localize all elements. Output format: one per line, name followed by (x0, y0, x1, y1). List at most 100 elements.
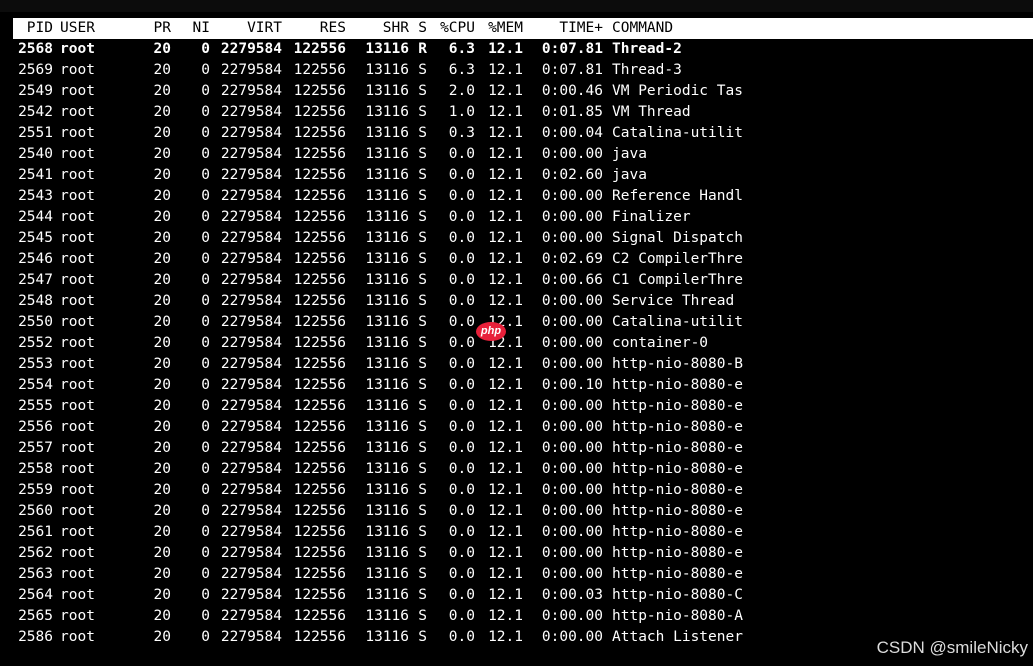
cell-user: root (60, 482, 95, 498)
cell-command: Reference Handl (612, 188, 743, 204)
cell-cpu: 0.0 (448, 335, 475, 351)
header-user[interactable]: USER (53, 18, 120, 39)
process-row[interactable]: 2547 root 20 0 2279584 122556 13116 S 0.0 12.1 0:0… (13, 270, 1033, 291)
header-virt[interactable]: VIRT (210, 18, 282, 39)
cell-command: container-0 (612, 335, 709, 351)
cell-pid: 2548 (18, 293, 53, 309)
cell-mem: 12.1 (488, 419, 523, 435)
process-row[interactable]: 2562 root 20 0 2279584 122556 13116 S 0.0 12.1 0:0… (13, 543, 1033, 564)
cell-pid: 2543 (18, 188, 53, 204)
process-row[interactable]: 2543 root 20 0 2279584 122556 13116 S 0.0 12.1 0:0… (13, 186, 1033, 207)
process-row[interactable]: 2545 root 20 0 2279584 122556 13116 S 0.0 12.1 0:0… (13, 228, 1033, 249)
cell-command: http-nio-8080-e (612, 398, 743, 414)
cell-pid: 2560 (18, 503, 53, 519)
process-row[interactable]: 2555 root 20 0 2279584 122556 13116 S 0.0 12.1 0:0… (13, 396, 1033, 417)
cell-pr: 20 (153, 167, 171, 183)
process-row[interactable]: 2565 root 20 0 2279584 122556 13116 S 0.0 12.1 0:0… (13, 606, 1033, 627)
process-row[interactable]: 2569 root 20 0 2279584 122556 13116 S 6.3 12.1 0:0… (13, 60, 1033, 81)
header-pr[interactable]: PR (120, 18, 171, 39)
cell-shr: 13116 (365, 314, 409, 330)
process-row[interactable]: 2551 root 20 0 2279584 122556 13116 S 0.3 12.1 0:0… (13, 123, 1033, 144)
cell-shr: 13116 (365, 209, 409, 225)
process-row[interactable]: 2558 root 20 0 2279584 122556 13116 S 0.0 12.1 0:0… (13, 459, 1033, 480)
cell-state: S (418, 440, 427, 456)
cell-state: S (418, 335, 427, 351)
cell-shr: 13116 (365, 524, 409, 540)
process-row[interactable]: 2553 root 20 0 2279584 122556 13116 S 0.0 12.1 0:0… (13, 354, 1033, 375)
header-pid[interactable]: PID (13, 18, 53, 39)
cell-shr: 13116 (365, 188, 409, 204)
cell-time: 0:01.85 (541, 104, 603, 120)
process-row[interactable]: 2568 root 20 0 2279584 122556 13116 R 6.3 12.1 0:0… (13, 39, 1033, 60)
cell-time: 0:00.00 (541, 419, 603, 435)
cell-shr: 13116 (365, 251, 409, 267)
process-row[interactable]: 2560 root 20 0 2279584 122556 13116 S 0.0 12.1 0:0… (13, 501, 1033, 522)
process-row[interactable]: 2541 root 20 0 2279584 122556 13116 S 0.0 12.1 0:0… (13, 165, 1033, 186)
cell-shr: 13116 (365, 419, 409, 435)
cell-pid: 2558 (18, 461, 53, 477)
cell-cpu: 0.0 (448, 230, 475, 246)
cell-command: Thread-2 (612, 41, 682, 57)
process-row[interactable]: 2550 root 20 0 2279584 122556 13116 S 0.0 12.1 0:0… (13, 312, 1033, 333)
cell-res: 122556 (293, 419, 346, 435)
header-mem[interactable]: %MEM (475, 18, 523, 39)
process-row[interactable]: 2549 root 20 0 2279584 122556 13116 S 2.0 12.1 0:0… (13, 81, 1033, 102)
cell-virt: 2279584 (220, 230, 282, 246)
cell-state: S (418, 356, 427, 372)
cell-time: 0:00.66 (541, 272, 603, 288)
cell-res: 122556 (293, 587, 346, 603)
cell-user: root (60, 146, 95, 162)
header-command[interactable]: COMMAND (603, 18, 912, 39)
cell-res: 122556 (293, 356, 346, 372)
process-row[interactable]: 2542 root 20 0 2279584 122556 13116 S 1.0 12.1 0:0… (13, 102, 1033, 123)
cell-ni: 0 (201, 419, 210, 435)
cell-cpu: 0.0 (448, 608, 475, 624)
cell-ni: 0 (201, 398, 210, 414)
cell-time: 0:00.00 (541, 314, 603, 330)
cell-user: root (60, 566, 95, 582)
cell-ni: 0 (201, 188, 210, 204)
cell-shr: 13116 (365, 440, 409, 456)
header-time[interactable]: TIME+ (523, 18, 603, 39)
cell-res: 122556 (293, 41, 346, 57)
cell-pid: 2546 (18, 251, 53, 267)
process-row[interactable]: 2554 root 20 0 2279584 122556 13116 S 0.0 12.1 0:0… (13, 375, 1033, 396)
cell-command: Thread-3 (612, 62, 682, 78)
cell-pr: 20 (153, 314, 171, 330)
header-res[interactable]: RES (282, 18, 346, 39)
process-row[interactable]: 2561 root 20 0 2279584 122556 13116 S 0.0 12.1 0:0… (13, 522, 1033, 543)
cell-time: 0:00.00 (541, 503, 603, 519)
cell-command: http-nio-8080-e (612, 482, 743, 498)
process-row[interactable]: 2563 root 20 0 2279584 122556 13116 S 0.0 12.1 0:0… (13, 564, 1033, 585)
cell-shr: 13116 (365, 587, 409, 603)
process-row[interactable]: 2540 root 20 0 2279584 122556 13116 S 0.0 12.1 0:0… (13, 144, 1033, 165)
cell-time: 0:00.00 (541, 230, 603, 246)
cell-pr: 20 (153, 335, 171, 351)
cell-command: VM Periodic Tas (612, 83, 743, 99)
process-row[interactable]: 2556 root 20 0 2279584 122556 13116 S 0.0 12.1 0:0… (13, 417, 1033, 438)
cell-virt: 2279584 (220, 461, 282, 477)
cell-res: 122556 (293, 293, 346, 309)
process-row[interactable]: 2544 root 20 0 2279584 122556 13116 S 0.0 12.1 0:0… (13, 207, 1033, 228)
process-row[interactable]: 2546 root 20 0 2279584 122556 13116 S 0.0 12.1 0:0… (13, 249, 1033, 270)
cell-res: 122556 (293, 83, 346, 99)
header-shr[interactable]: SHR (346, 18, 409, 39)
cell-state: S (418, 461, 427, 477)
header-state[interactable]: S (409, 18, 427, 39)
cell-state: S (418, 545, 427, 561)
cell-time: 0:00.00 (541, 482, 603, 498)
cell-virt: 2279584 (220, 314, 282, 330)
header-ni[interactable]: NI (171, 18, 210, 39)
cell-pr: 20 (153, 377, 171, 393)
cell-user: root (60, 419, 95, 435)
cell-shr: 13116 (365, 167, 409, 183)
process-row[interactable]: 2552 root 20 0 2279584 122556 13116 S 0.0 12.1 0:0… (13, 333, 1033, 354)
process-row[interactable]: 2548 root 20 0 2279584 122556 13116 S 0.0 12.1 0:0… (13, 291, 1033, 312)
header-cpu[interactable]: %CPU (427, 18, 475, 39)
cell-time: 0:00.00 (541, 608, 603, 624)
process-row[interactable]: 2559 root 20 0 2279584 122556 13116 S 0.0 12.1 0:0… (13, 480, 1033, 501)
cell-pid: 2550 (18, 314, 53, 330)
process-row[interactable]: 2557 root 20 0 2279584 122556 13116 S 0.0 12.1 0:0… (13, 438, 1033, 459)
process-row[interactable]: 2564 root 20 0 2279584 122556 13116 S 0.0 12.1 0:0… (13, 585, 1033, 606)
cell-command: Catalina-utilit (612, 314, 743, 330)
